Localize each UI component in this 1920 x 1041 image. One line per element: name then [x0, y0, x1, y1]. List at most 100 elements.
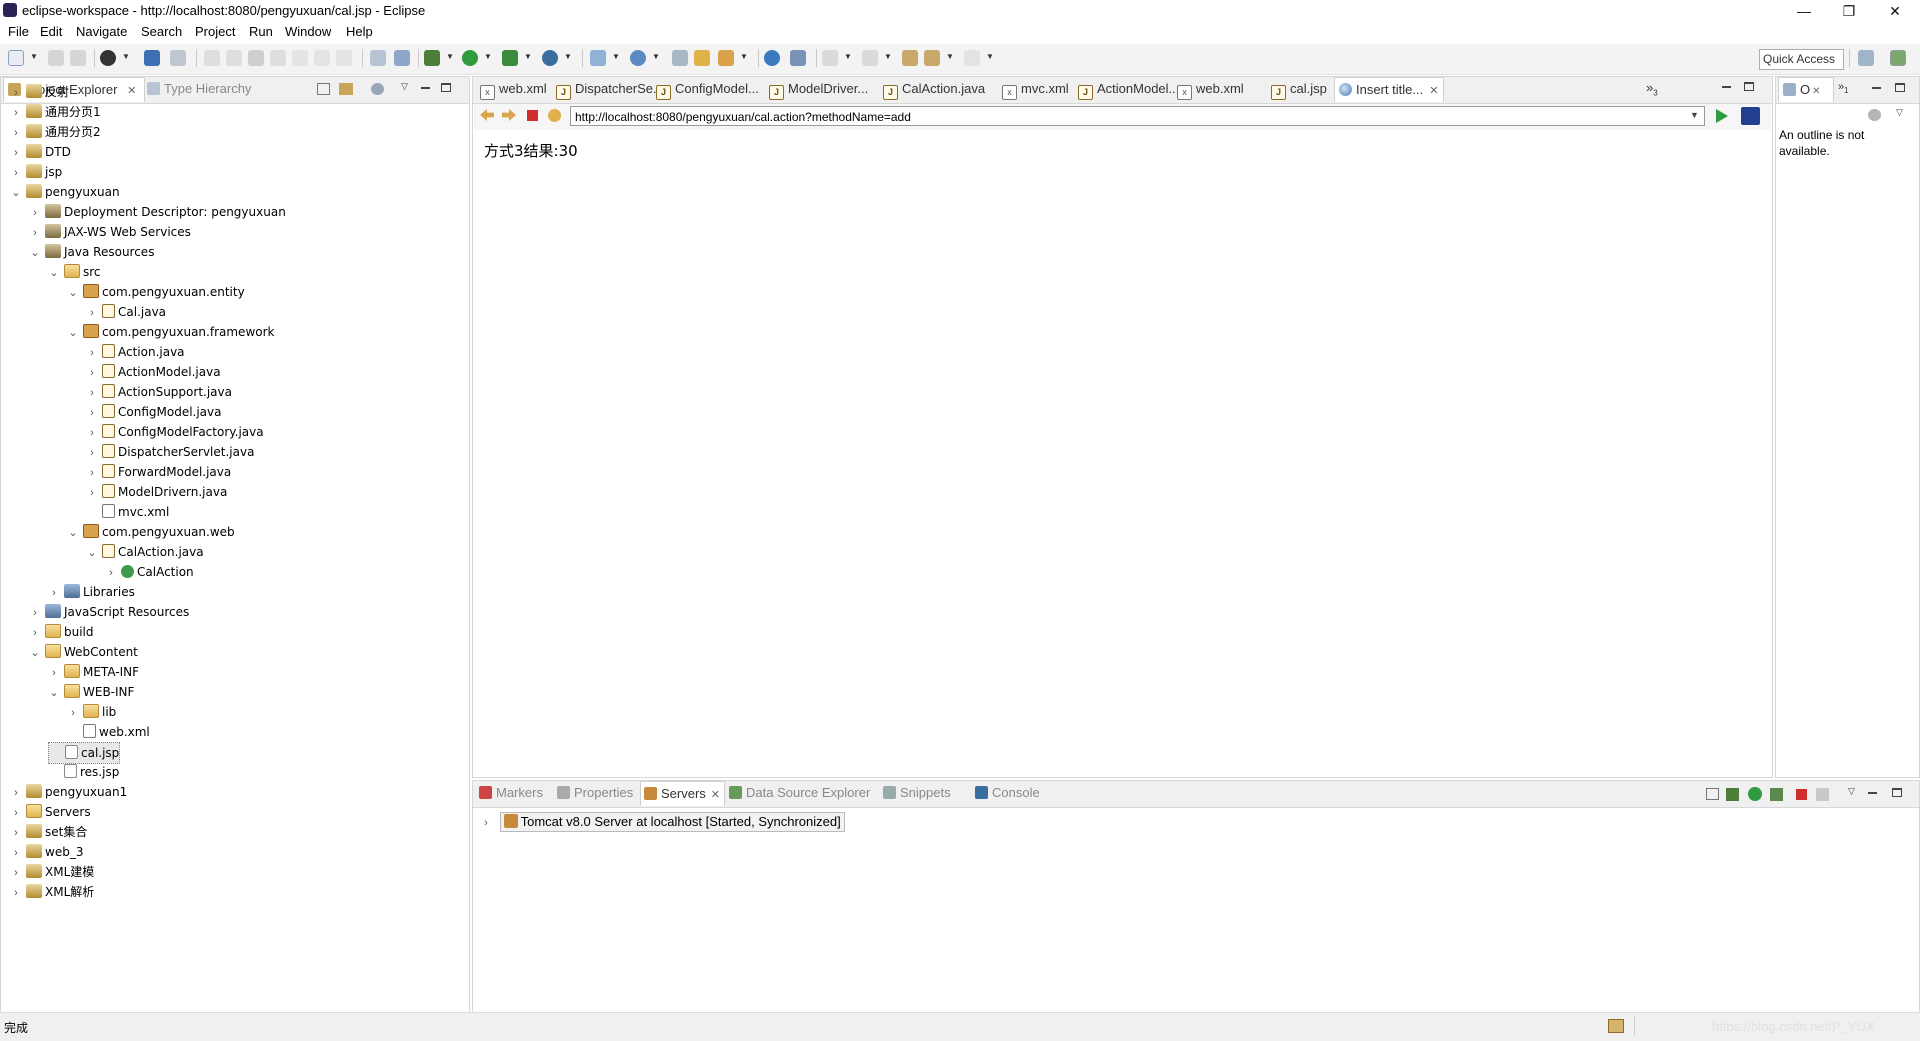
- expand-chevron-icon[interactable]: ›: [10, 863, 22, 883]
- chevron-down-icon[interactable]: ▼: [122, 52, 130, 61]
- expand-chevron-icon[interactable]: ›: [86, 303, 98, 323]
- tree-item[interactable]: › ModelDrivern.java: [86, 482, 227, 502]
- tree-item[interactable]: › ForwardModel.java: [86, 462, 231, 482]
- expand-chevron-icon[interactable]: ›: [10, 163, 22, 183]
- chevron-down-icon[interactable]: ▼: [652, 52, 660, 61]
- tree-item[interactable]: › Servers: [10, 802, 91, 822]
- console-icon[interactable]: [144, 50, 160, 66]
- tree-item[interactable]: › 通用分页1: [10, 102, 101, 122]
- minimize-icon[interactable]: [1868, 792, 1877, 794]
- resume-icon[interactable]: [204, 50, 220, 66]
- stop-server-icon[interactable]: [1796, 789, 1807, 800]
- next-annotation-icon[interactable]: [822, 50, 838, 66]
- expand-chevron-icon[interactable]: ›: [10, 123, 22, 143]
- tree-item[interactable]: › CalAction: [105, 562, 194, 582]
- expand-chevron-icon[interactable]: ›: [10, 83, 22, 103]
- menu-edit[interactable]: Edit: [40, 24, 62, 39]
- url-dropdown-chevron-icon[interactable]: ▼: [1690, 110, 1699, 120]
- tab-type-hierarchy[interactable]: Type Hierarchy: [147, 77, 267, 101]
- minimize-icon[interactable]: [421, 87, 430, 89]
- publish-icon[interactable]: [100, 50, 116, 66]
- skip-breakpoints-icon[interactable]: [170, 50, 186, 66]
- tree-item[interactable]: › ConfigModel.java: [86, 402, 222, 422]
- expand-chevron-icon[interactable]: ›: [10, 803, 22, 823]
- collapse-all-icon[interactable]: [317, 83, 330, 95]
- step-return-icon[interactable]: [336, 50, 352, 66]
- view-menu-icon[interactable]: ▽: [1896, 107, 1903, 118]
- tree-item[interactable]: › Deployment Descriptor: pengyuxuan: [29, 202, 286, 222]
- link-with-editor-icon[interactable]: [339, 83, 353, 95]
- open-perspective-icon[interactable]: [1858, 50, 1874, 66]
- tree-item[interactable]: › META-INF: [48, 662, 139, 682]
- restore-button[interactable]: ❐: [1826, 0, 1872, 22]
- minimize-icon[interactable]: [1872, 87, 1881, 89]
- coverage-icon[interactable]: [502, 50, 518, 66]
- publish-server-icon[interactable]: [1816, 788, 1829, 801]
- tree-item[interactable]: ⌄ com.pengyuxuan.framework: [67, 322, 274, 342]
- use-step-filters-icon[interactable]: [370, 50, 386, 66]
- save-all-icon[interactable]: [70, 50, 86, 66]
- tree-item[interactable]: › Libraries: [48, 582, 135, 602]
- outline-overflow[interactable]: »1: [1838, 81, 1849, 95]
- chevron-down-icon[interactable]: ▼: [740, 52, 748, 61]
- bottom-tab-servers[interactable]: Servers ✕: [640, 781, 725, 806]
- last-edit-location-icon[interactable]: [902, 50, 918, 66]
- maximize-icon[interactable]: [1892, 788, 1902, 797]
- tree-item[interactable]: › 通用分页2: [10, 122, 101, 142]
- tree-item[interactable]: ⌄ src: [48, 262, 101, 282]
- java-ee-perspective-icon[interactable]: [1890, 50, 1906, 66]
- run-icon[interactable]: [462, 50, 478, 66]
- expand-chevron-icon[interactable]: ›: [29, 603, 41, 623]
- chevron-down-icon[interactable]: ▼: [30, 52, 38, 61]
- bottom-tab-console[interactable]: Console: [972, 781, 1049, 805]
- toggle-mark-occurrences-icon[interactable]: [790, 50, 806, 66]
- refresh-icon[interactable]: [548, 109, 561, 122]
- tree-item[interactable]: cal.jsp: [48, 742, 121, 764]
- editor-maximize-icon[interactable]: [1744, 82, 1754, 91]
- new-icon[interactable]: [8, 50, 24, 66]
- search-icon[interactable]: [718, 50, 734, 66]
- expand-chevron-icon[interactable]: ›: [86, 423, 98, 443]
- chevron-down-icon[interactable]: ▼: [446, 52, 454, 61]
- save-icon[interactable]: [48, 50, 64, 66]
- forward-arrow-icon[interactable]: [502, 109, 516, 121]
- expand-chevron-icon[interactable]: ›: [86, 403, 98, 423]
- collapse-chevron-icon[interactable]: ⌄: [48, 263, 60, 283]
- go-icon[interactable]: [1716, 109, 1728, 123]
- close-icon[interactable]: ✕: [711, 789, 720, 801]
- chevron-down-icon[interactable]: ▼: [884, 52, 892, 61]
- bottom-tab-properties[interactable]: Properties: [554, 781, 637, 805]
- server-row[interactable]: › Tomcat v8.0 Server at localhost [Start…: [480, 812, 845, 832]
- profile-server-icon[interactable]: [1770, 788, 1783, 801]
- tree-item[interactable]: › XML建模: [10, 862, 94, 882]
- expand-chevron-icon[interactable]: ›: [67, 703, 79, 723]
- expand-chevron-icon[interactable]: ›: [29, 223, 41, 243]
- editor-tab[interactable]: J ActionModel....: [1074, 77, 1183, 101]
- close-icon[interactable]: ✕: [1812, 86, 1820, 97]
- close-icon[interactable]: ✕: [127, 85, 136, 97]
- maximize-icon[interactable]: [441, 83, 451, 92]
- tree-item[interactable]: › DTD: [10, 142, 71, 162]
- tree-item[interactable]: ⌄ Java Resources: [29, 242, 154, 262]
- collapse-chevron-icon[interactable]: ⌄: [48, 683, 60, 703]
- tree-item[interactable]: res.jsp: [48, 762, 119, 782]
- tree-item[interactable]: › Action.java: [86, 342, 185, 362]
- tree-item[interactable]: web.xml: [67, 722, 150, 742]
- close-button[interactable]: ✕: [1872, 0, 1918, 22]
- collapse-chevron-icon[interactable]: ⌄: [29, 643, 41, 663]
- chevron-down-icon[interactable]: ▼: [612, 52, 620, 61]
- step-into-icon[interactable]: [292, 50, 308, 66]
- view-menu-icon[interactable]: ▽: [401, 81, 408, 92]
- external-tools-icon[interactable]: [542, 50, 558, 66]
- collapse-chevron-icon[interactable]: ⌄: [10, 183, 22, 203]
- tree-item[interactable]: › ActionSupport.java: [86, 382, 232, 402]
- tree-item[interactable]: ⌄ pengyuxuan: [10, 182, 120, 202]
- collapse-chevron-icon[interactable]: ⌄: [67, 323, 79, 343]
- collapse-all-icon[interactable]: [1706, 788, 1719, 800]
- editor-tab[interactable]: J ModelDriver...: [765, 77, 877, 101]
- tree-item[interactable]: ⌄ com.pengyuxuan.web: [67, 522, 235, 542]
- stop-icon[interactable]: [527, 110, 538, 121]
- menu-window[interactable]: Window: [285, 24, 331, 39]
- server-status-icon[interactable]: [1608, 1019, 1624, 1033]
- collapse-chevron-icon[interactable]: ⌄: [67, 283, 79, 303]
